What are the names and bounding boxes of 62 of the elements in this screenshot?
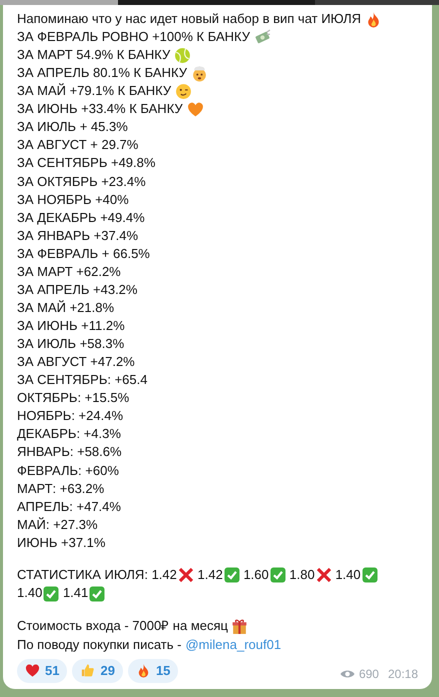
face-icon xyxy=(175,82,192,100)
heart-icon xyxy=(25,663,40,678)
message-line: ЗА ФЕВРАЛЬ + 66.5% xyxy=(17,244,150,263)
message-line: ЗА НОЯБРЬ +40% xyxy=(17,190,129,209)
message-line: МАЙ: +27.3% xyxy=(17,516,98,534)
odds-value: 1.40 xyxy=(17,584,42,602)
username-link[interactable]: @milena_rouf01 xyxy=(185,636,282,654)
face-icon xyxy=(190,64,208,82)
price-text: Стоимость входа - 7000₽ на месяц xyxy=(17,617,228,636)
message-line: ЗА АВГУСТ + 29.7% xyxy=(17,136,138,154)
message-line: ЗА АПРЕЛЬ 80.1% К БАНКУ xyxy=(17,64,187,82)
reaction-button[interactable]: 15 xyxy=(128,658,178,683)
message-line: НОЯБРЬ: +24.4% xyxy=(17,407,124,426)
message-line: ЗА МАЙ +21.8% xyxy=(17,298,114,317)
message-line: ДЕКАБРЬ: +4.3% xyxy=(17,425,121,444)
message-line: ИЮНЬ +37.1% xyxy=(17,534,106,552)
check-icon xyxy=(43,586,60,602)
heart-icon xyxy=(186,100,204,118)
odds-value: 1.40 xyxy=(335,566,361,584)
message-line: ЗА ФЕВРАЛЬ РОВНО +100% К БАНКУ xyxy=(17,28,250,46)
check-icon xyxy=(224,567,240,584)
message-line: ЗА ИЮЛЬ + 45.3% xyxy=(17,118,128,136)
message-line: АПРЕЛЬ: +47.4% xyxy=(17,498,121,516)
message-line: ЗА ИЮЛЬ +58.3% xyxy=(17,335,124,354)
odds-value: 1.42 xyxy=(152,566,177,584)
odds-value: 1.80 xyxy=(289,566,315,584)
odds-value: 1.60 xyxy=(243,566,269,584)
message-line: ЯНВАРЬ: +58.6% xyxy=(17,443,122,462)
message-line: ЗА АВГУСТ +47.2% xyxy=(17,353,135,372)
gift-icon xyxy=(230,618,248,635)
stats-label: СТАТИСТИКА ИЮЛЯ: xyxy=(17,566,148,582)
message-line: ЗА СЕНТЯБРЬ: +65.4 xyxy=(17,371,148,390)
check-icon xyxy=(362,567,378,584)
message-line: ФЕВРАЛЬ: +60% xyxy=(17,462,119,480)
view-count: 690 xyxy=(358,666,379,683)
cross-icon xyxy=(178,567,194,584)
message-line: ЗА ДЕКАБРЬ +49.4% xyxy=(17,208,145,227)
check-icon xyxy=(270,567,286,584)
thumbs-up-icon xyxy=(80,663,96,678)
message-line: ЗА ОКТЯБРЬ +23.4% xyxy=(17,172,146,191)
message-line: Напоминаю что у нас идет новый набор в вип чат ИЮЛЯ xyxy=(17,10,362,28)
message-line: ЗА МАРТ +62.2% xyxy=(17,262,121,281)
message-time: 20:18 xyxy=(388,666,418,683)
message-line: ЗА МАЙ +79.1% К БАНКУ xyxy=(17,82,172,100)
ball-icon xyxy=(174,46,192,64)
message-line: ЗА ИЮНЬ +11.2% xyxy=(17,317,125,336)
message-line: ЗА МАРТ 54.9% К БАНКУ xyxy=(17,46,170,64)
message-line: ЗА ЯНВАРЬ +37.4% xyxy=(17,226,138,245)
odds-value: 1.42 xyxy=(198,566,223,584)
odds-value: 1.41 xyxy=(62,584,88,602)
message-line: ОКТЯБРЬ: +15.5% xyxy=(17,389,130,408)
reaction-button[interactable]: 51 xyxy=(17,658,68,683)
message-line: ЗА АПРЕЛЬ +43.2% xyxy=(17,280,138,299)
eye-icon xyxy=(340,668,355,679)
money-icon xyxy=(254,28,271,46)
reaction-button[interactable]: 29 xyxy=(72,658,123,683)
check-icon xyxy=(89,586,106,602)
message-line: МАРТ: +63.2% xyxy=(17,480,104,498)
message-line: ЗА СЕНТЯБРЬ +49.8% xyxy=(17,154,156,172)
cross-icon xyxy=(316,567,332,584)
contact-text: По поводу покупки писать - xyxy=(17,636,182,654)
message-line: ЗА ИЮНЬ +33.4% К БАНКУ xyxy=(17,100,183,118)
